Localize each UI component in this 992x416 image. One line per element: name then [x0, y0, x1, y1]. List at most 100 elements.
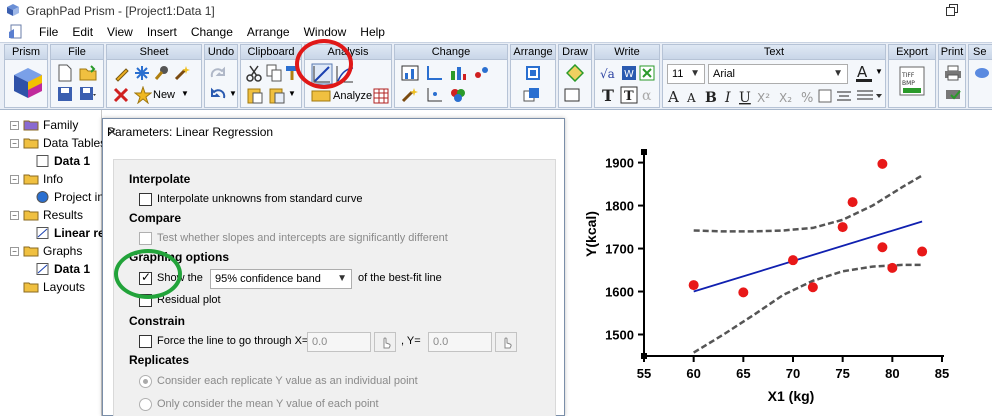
- export-image-icon[interactable]: TIFFBMP: [897, 65, 927, 101]
- collapse-icon[interactable]: −: [10, 174, 19, 184]
- new-sheet-label[interactable]: New: [153, 89, 175, 101]
- document-menu-icon[interactable]: [8, 24, 24, 40]
- new-dropdown-arrow-icon[interactable]: ▼: [181, 89, 189, 98]
- folder-icon: [23, 210, 39, 221]
- word-object-icon[interactable]: W: [621, 64, 637, 82]
- nav-item[interactable]: − Graphs: [10, 242, 82, 260]
- save-as-icon[interactable]: [79, 85, 97, 103]
- bring-to-front-icon[interactable]: [523, 87, 543, 103]
- text-tool-icon[interactable]: T: [600, 86, 618, 104]
- font-color-icon[interactable]: A: [855, 62, 875, 84]
- data-point: [837, 222, 848, 233]
- open-folder-icon[interactable]: [79, 64, 97, 82]
- replicate-mean-label: Only consider the mean Y value of each p…: [157, 398, 379, 410]
- text-format-buttons-icon[interactable]: A A B I U X² X₂ %: [667, 87, 885, 105]
- magic-wand-icon[interactable]: [173, 64, 191, 82]
- draw-shape-icon[interactable]: [566, 64, 584, 82]
- ribbon-group-draw: Draw: [558, 44, 592, 108]
- close-icon[interactable]: ✕: [107, 125, 117, 139]
- folder-icon: [23, 120, 39, 131]
- color-scheme-icon[interactable]: [449, 87, 467, 103]
- analyze-icon[interactable]: [311, 89, 331, 103]
- nav-item[interactable]: − Family: [10, 116, 78, 134]
- change-graph-type-icon[interactable]: [401, 65, 419, 81]
- snowflake-icon[interactable]: [133, 64, 151, 82]
- collapse-icon[interactable]: −: [10, 120, 19, 130]
- interpolate-unknowns-checkbox[interactable]: [139, 193, 152, 206]
- microphone-icon[interactable]: [153, 64, 171, 82]
- replicate-mean-radio[interactable]: [139, 398, 152, 411]
- nav-item[interactable]: Data 1: [34, 260, 90, 278]
- paste-dropdown-arrow-icon[interactable]: ▼: [288, 89, 296, 98]
- nav-item[interactable]: − Data Tables: [10, 134, 106, 152]
- nav-item[interactable]: Layouts: [10, 278, 85, 296]
- menu-edit[interactable]: Edit: [65, 25, 100, 39]
- paste-icon[interactable]: [246, 86, 264, 104]
- y-tick-label: 1700: [605, 242, 634, 257]
- text-box-icon[interactable]: T: [620, 86, 638, 104]
- paste-special-icon[interactable]: [268, 86, 286, 104]
- collapse-icon[interactable]: −: [10, 138, 19, 148]
- undo-icon[interactable]: [209, 86, 227, 102]
- undo-dropdown-arrow-icon[interactable]: ▼: [229, 89, 237, 98]
- force-x-input[interactable]: 0.0: [307, 332, 371, 352]
- menu-file[interactable]: File: [32, 25, 65, 39]
- force-line-checkbox[interactable]: [139, 335, 152, 348]
- printer-icon[interactable]: [944, 65, 962, 81]
- nav-item[interactable]: − Results: [10, 206, 83, 224]
- equation-icon[interactable]: √a: [600, 64, 618, 82]
- group-label-undo: Undo: [205, 45, 237, 60]
- save-icon[interactable]: [57, 85, 73, 103]
- delete-x-icon[interactable]: [113, 87, 129, 103]
- replicate-each-radio[interactable]: [139, 375, 152, 388]
- collapse-icon[interactable]: −: [10, 210, 19, 220]
- svg-text:A: A: [686, 91, 696, 105]
- menu-arrange[interactable]: Arrange: [240, 25, 297, 39]
- send-icon[interactable]: [973, 65, 991, 81]
- collapse-icon[interactable]: −: [10, 246, 19, 256]
- y-axis-handle: [641, 149, 647, 155]
- scatter-style-icon[interactable]: [473, 65, 491, 81]
- format-bars-icon[interactable]: [449, 65, 467, 81]
- best-fit-line: [693, 220, 923, 293]
- nav-item[interactable]: − Info: [10, 170, 63, 188]
- force-line-label: Force the line to go through X=: [157, 335, 309, 347]
- test-slopes-checkbox[interactable]: [139, 232, 152, 245]
- menu-window[interactable]: Window: [297, 25, 354, 39]
- font-size-dropdown-icon: ▼: [690, 68, 700, 79]
- menu-help[interactable]: Help: [353, 25, 392, 39]
- nav-item[interactable]: Data 1: [34, 152, 90, 170]
- pick-x-button[interactable]: [374, 332, 396, 352]
- navigator-panel: − Family − Data Tables Data 1− Info Project in…: [0, 110, 155, 416]
- new-star-icon[interactable]: [134, 86, 152, 104]
- menu-view[interactable]: View: [100, 25, 140, 39]
- pencil-icon[interactable]: [113, 64, 131, 82]
- excel-object-icon[interactable]: [639, 64, 655, 82]
- pick-y-button[interactable]: [495, 332, 517, 352]
- x-tick-label: 80: [885, 366, 899, 381]
- band-type-select[interactable]: 95% confidence band ▼: [210, 269, 352, 289]
- axis-options-icon[interactable]: [425, 87, 443, 103]
- menu-insert[interactable]: Insert: [140, 25, 184, 39]
- force-y-input[interactable]: 0.0: [428, 332, 492, 352]
- menu-change[interactable]: Change: [184, 25, 240, 39]
- restore-window-icon[interactable]: [945, 3, 959, 17]
- upper-confidence-band: [693, 174, 923, 233]
- svg-text:X²: X²: [757, 91, 770, 105]
- rectangle-tool-icon[interactable]: [564, 88, 580, 102]
- results-table-icon[interactable]: [373, 88, 389, 104]
- copy-icon[interactable]: [266, 64, 282, 82]
- prism-logo-icon[interactable]: [11, 65, 45, 101]
- new-file-icon[interactable]: [57, 64, 73, 82]
- align-icon[interactable]: [525, 65, 541, 81]
- font-name-select[interactable]: Arial ▼: [708, 64, 848, 84]
- magic-format-icon[interactable]: [401, 87, 419, 103]
- print-preview-icon[interactable]: [944, 87, 962, 103]
- red-annotation-circle: [295, 39, 353, 89]
- svg-text:T: T: [624, 89, 634, 104]
- analyze-button-label[interactable]: Analyze: [333, 90, 372, 102]
- font-size-select[interactable]: 11 ▼: [667, 64, 705, 84]
- format-axes-icon[interactable]: [425, 65, 443, 81]
- cut-scissors-icon[interactable]: [246, 64, 262, 82]
- font-color-dropdown-icon[interactable]: ▼: [875, 67, 883, 76]
